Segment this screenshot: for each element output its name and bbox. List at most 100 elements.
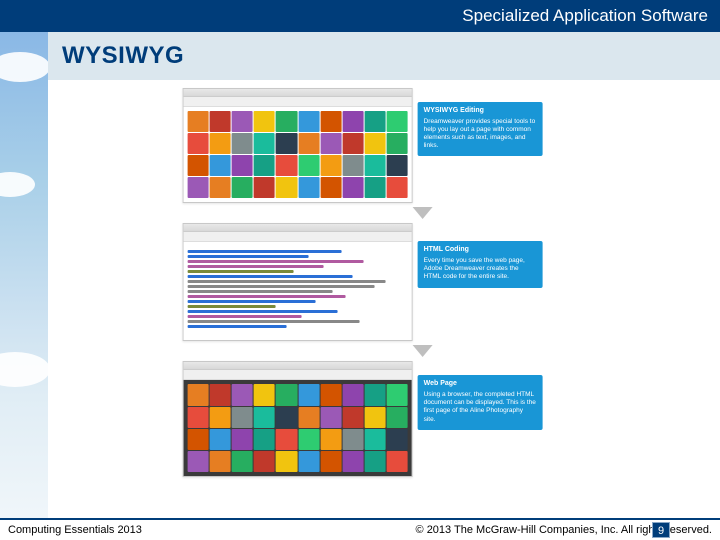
header-title: Specialized Application Software xyxy=(462,6,708,25)
callout-title: HTML Coding xyxy=(424,246,537,255)
code-line xyxy=(188,255,309,258)
thumb xyxy=(276,111,297,132)
code-line xyxy=(188,250,342,253)
thumb xyxy=(364,177,385,198)
diagram: WYSIWYG Editing Dreamweaver provides spe… xyxy=(183,88,563,477)
thumb xyxy=(320,177,341,198)
callout-webpage: Web Page Using a browser, the completed … xyxy=(418,375,543,429)
thumb xyxy=(188,133,209,154)
thumb xyxy=(232,111,253,132)
callout-body: Every time you save the web page, Adobe … xyxy=(424,257,537,281)
thumb xyxy=(387,407,408,428)
thumb xyxy=(276,177,297,198)
thumb xyxy=(276,407,297,428)
thumb xyxy=(320,384,341,405)
code-line xyxy=(188,315,302,318)
callout-title: WYSIWYG Editing xyxy=(424,107,537,116)
thumb xyxy=(254,111,275,132)
panel-wysiwyg: WYSIWYG Editing Dreamweaver provides spe… xyxy=(183,88,563,203)
thumb xyxy=(387,155,408,176)
thumb xyxy=(254,155,275,176)
thumb xyxy=(232,384,253,405)
window-titlebar xyxy=(184,89,412,97)
code-line xyxy=(188,280,386,283)
dreamweaver-design-window xyxy=(183,88,413,203)
callout-wysiwyg: WYSIWYG Editing Dreamweaver provides spe… xyxy=(418,102,543,156)
thumb xyxy=(342,407,363,428)
thumb xyxy=(387,111,408,132)
thumb xyxy=(188,177,209,198)
thumb xyxy=(210,177,231,198)
window-toolbar xyxy=(184,232,412,242)
thumb xyxy=(232,155,253,176)
thumb xyxy=(320,133,341,154)
thumb xyxy=(342,111,363,132)
thumb xyxy=(276,384,297,405)
thumb xyxy=(210,451,231,472)
thumb xyxy=(298,111,319,132)
thumb xyxy=(320,451,341,472)
thumb xyxy=(364,133,385,154)
thumb xyxy=(254,451,275,472)
footer: Computing Essentials 2013 © 2013 The McG… xyxy=(0,518,720,540)
browser-viewport xyxy=(184,380,412,475)
thumb xyxy=(364,407,385,428)
thumb xyxy=(276,155,297,176)
panel-browser: Web Page Using a browser, the completed … xyxy=(183,361,563,476)
thumb xyxy=(320,429,341,450)
thumb xyxy=(232,133,253,154)
thumb xyxy=(254,133,275,154)
thumb xyxy=(387,177,408,198)
code-line xyxy=(188,275,353,278)
thumb xyxy=(364,384,385,405)
code-line xyxy=(188,290,333,293)
thumb xyxy=(254,429,275,450)
thumb xyxy=(342,451,363,472)
thumb xyxy=(342,384,363,405)
thumb xyxy=(342,133,363,154)
callout-title: Web Page xyxy=(424,380,537,389)
code-line xyxy=(188,265,324,268)
thumb xyxy=(364,451,385,472)
callout-body: Dreamweaver provides special tools to he… xyxy=(424,118,537,151)
cloud-decor xyxy=(0,52,48,82)
thumb xyxy=(364,111,385,132)
footer-left: Computing Essentials 2013 xyxy=(8,524,142,536)
image-thumb-grid xyxy=(184,107,412,202)
code-line xyxy=(188,270,294,273)
window-titlebar xyxy=(184,362,412,370)
thumb xyxy=(210,133,231,154)
code-line xyxy=(188,295,346,298)
callout-body: Using a browser, the completed HTML docu… xyxy=(424,391,537,424)
cloud-decor xyxy=(0,352,48,387)
thumb xyxy=(387,429,408,450)
thumb xyxy=(188,429,209,450)
thumb xyxy=(188,155,209,176)
thumb xyxy=(210,429,231,450)
thumb xyxy=(254,384,275,405)
thumb xyxy=(298,429,319,450)
thumb xyxy=(276,429,297,450)
thumb xyxy=(232,177,253,198)
arrow-down-icon xyxy=(413,345,433,357)
thumb xyxy=(320,111,341,132)
thumb xyxy=(254,177,275,198)
thumb xyxy=(320,155,341,176)
code-line xyxy=(188,320,360,323)
thumb xyxy=(364,429,385,450)
sidebar-sky xyxy=(0,32,48,518)
thumb xyxy=(298,451,319,472)
thumb xyxy=(387,451,408,472)
code-line xyxy=(188,310,338,313)
callout-html: HTML Coding Every time you save the web … xyxy=(418,241,543,287)
image-thumb-grid xyxy=(188,384,408,471)
arrow-down-icon xyxy=(413,207,433,219)
thumb xyxy=(188,384,209,405)
thumb xyxy=(342,177,363,198)
thumb xyxy=(210,111,231,132)
thumb xyxy=(298,407,319,428)
thumb xyxy=(298,384,319,405)
thumb xyxy=(188,451,209,472)
slide-title: WYSIWYG xyxy=(48,32,720,70)
thumb xyxy=(320,407,341,428)
